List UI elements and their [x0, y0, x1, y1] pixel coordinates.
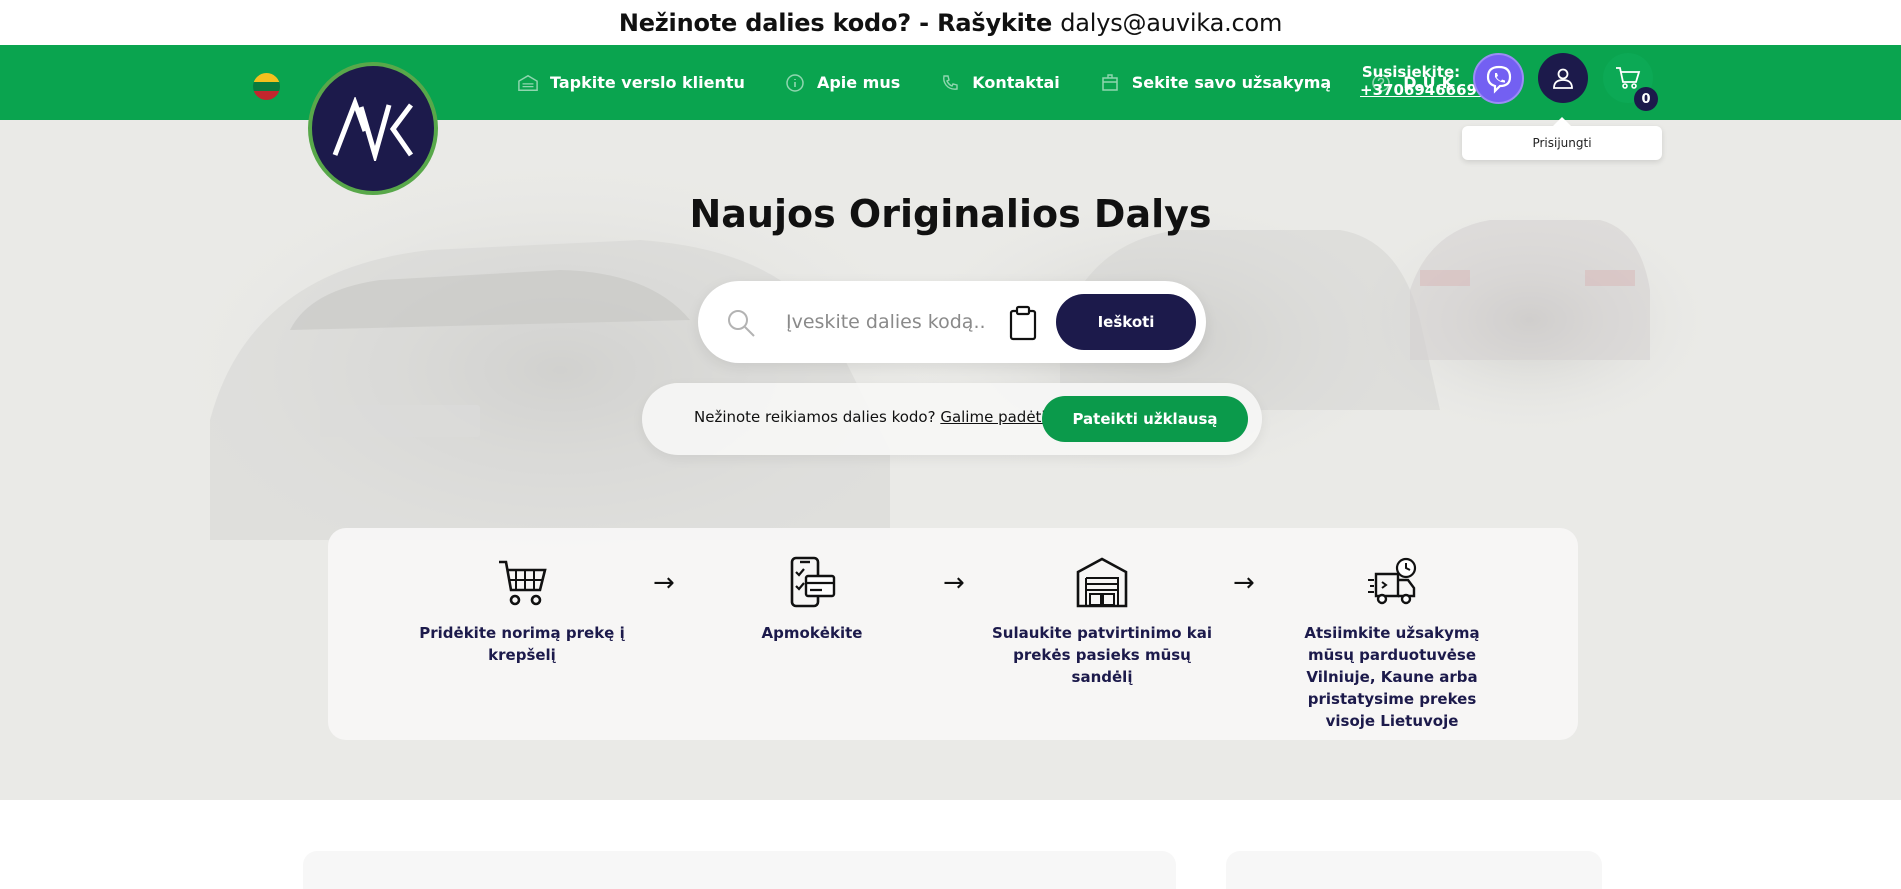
- delivery-truck-icon: [1368, 557, 1417, 605]
- avk-logo[interactable]: [308, 62, 438, 195]
- phone-icon: [940, 73, 960, 93]
- nav-item-track-order[interactable]: Sekite savo užsakymą: [1100, 73, 1331, 93]
- user-icon: [1553, 68, 1573, 89]
- hero-section: Naujos Originalios Dalys Ieškoti Nežinot…: [0, 120, 1901, 800]
- content-section: [0, 800, 1901, 889]
- main-navbar: Tapkite verslo klientu Apie mus Kontakta…: [0, 45, 1901, 195]
- step-pickup-delivery: Atsiimkite užsakymą mūsų parduotuvėse Vi…: [1282, 556, 1502, 732]
- paste-clipboard-icon[interactable]: [1008, 305, 1038, 341]
- submit-request-button[interactable]: Pateikti užklausą: [1042, 396, 1248, 442]
- search-icon: [728, 310, 755, 337]
- content-card-right: [1226, 851, 1602, 889]
- announcement-message: Nežinote dalies kodo? - Rašykite: [618, 8, 1061, 37]
- step-label: Atsiimkite užsakymą mūsų parduotuvėse Vi…: [1304, 624, 1480, 730]
- cart-icon: [1616, 67, 1641, 89]
- help-message: Nežinote reikiamos dalies kodo?: [694, 408, 941, 426]
- announcement-text: Nežinote dalies kodo? - Rašykite dalys@a…: [618, 8, 1283, 37]
- order-steps-card: Pridėkite norimą prekę į krepšelį → Apmo…: [328, 528, 1578, 740]
- contact-phone-link[interactable]: +37069466699: [1360, 81, 1487, 99]
- nav-item-business-client[interactable]: Tapkite verslo klientu: [518, 73, 745, 93]
- help-text: Nežinote reikiamos dalies kodo? Galime p…: [694, 408, 1052, 426]
- logo-mark-icon: [332, 96, 414, 161]
- part-search-box: Ieškoti: [698, 281, 1206, 363]
- step-add-to-cart: Pridėkite norimą prekę į krepšelį: [412, 556, 632, 666]
- search-button[interactable]: Ieškoti: [1056, 294, 1196, 350]
- contact-label: Susisiekite:: [1361, 63, 1461, 81]
- step-warehouse: Sulaukite patvirtinimo kai prekės pasiek…: [992, 556, 1212, 688]
- content-card-left: [303, 851, 1176, 889]
- help-request-bar: Nežinote reikiamos dalies kodo? Galime p…: [642, 383, 1262, 455]
- part-code-search-input[interactable]: [786, 303, 986, 341]
- nav-item-label: Sekite savo užsakymą: [1131, 73, 1332, 92]
- contact-block: Susisiekite: +37069466699: [1360, 63, 1487, 99]
- info-icon: [785, 73, 805, 93]
- announcement-email-link[interactable]: dalys@auvika.com: [1060, 9, 1282, 37]
- step-label: Sulaukite patvirtinimo kai prekės pasiek…: [992, 624, 1212, 686]
- lithuania-flag-icon[interactable]: [253, 73, 280, 100]
- nav-item-about[interactable]: Apie mus: [785, 73, 900, 93]
- announcement-bar: Nežinote dalies kodo? - Rašykite dalys@a…: [0, 0, 1901, 45]
- step-arrow: →: [943, 568, 965, 598]
- step-arrow: →: [653, 568, 675, 598]
- viber-button[interactable]: [1473, 53, 1524, 104]
- nav-item-label: Kontaktai: [972, 73, 1060, 92]
- nav-menu: Tapkite verslo klientu Apie mus Kontakta…: [518, 45, 1494, 120]
- user-account-button[interactable]: [1538, 53, 1588, 103]
- help-link[interactable]: Galime padėti!: [940, 408, 1051, 426]
- cart-count-badge: 0: [1634, 87, 1658, 111]
- step-arrow: →: [1233, 568, 1255, 598]
- cart-icon: [499, 560, 547, 606]
- login-tooltip[interactable]: Prisijungti: [1462, 117, 1662, 160]
- nav-item-label: Tapkite verslo klientu: [550, 73, 745, 92]
- step-label: Apmokėkite: [761, 624, 863, 642]
- nav-item-contacts[interactable]: Kontaktai: [940, 73, 1060, 93]
- package-icon: [1100, 73, 1120, 93]
- step-payment: Apmokėkite: [702, 556, 922, 644]
- viber-icon: [1486, 65, 1511, 94]
- hero-title: Naujos Originalios Dalys: [689, 192, 1212, 236]
- step-label: Pridėkite norimą prekę į krepšelį: [419, 624, 625, 664]
- warehouse-icon: [1076, 557, 1128, 608]
- nav-item-label: Apie mus: [816, 73, 901, 92]
- phone-payment-icon: [790, 556, 836, 608]
- garage-icon: [518, 73, 538, 93]
